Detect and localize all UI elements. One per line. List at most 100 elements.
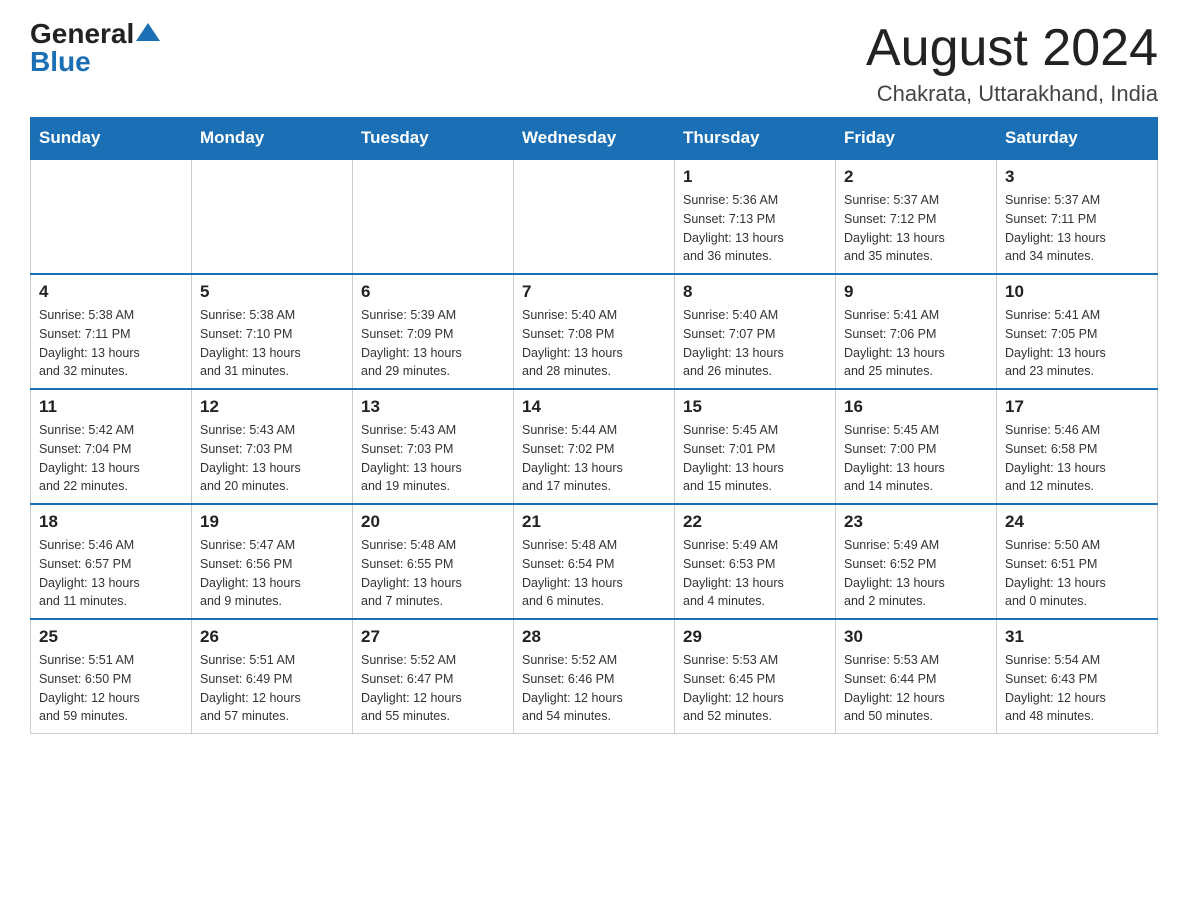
day-info: Sunrise: 5:53 AMSunset: 6:44 PMDaylight:… xyxy=(844,651,988,726)
calendar-cell: 17 Sunrise: 5:46 AMSunset: 6:58 PMDayligh… xyxy=(997,389,1158,504)
calendar-week-1: 1 Sunrise: 5:36 AMSunset: 7:13 PMDaylight… xyxy=(31,159,1158,274)
day-info: Sunrise: 5:51 AMSunset: 6:49 PMDaylight:… xyxy=(200,651,344,726)
calendar-cell xyxy=(353,159,514,274)
calendar-cell xyxy=(31,159,192,274)
logo: General Blue xyxy=(30,20,160,76)
day-number: 25 xyxy=(39,627,183,647)
day-number: 4 xyxy=(39,282,183,302)
page-header: General Blue August 2024 Chakrata, Uttar… xyxy=(30,20,1158,107)
calendar-cell: 28 Sunrise: 5:52 AMSunset: 6:46 PMDayligh… xyxy=(514,619,675,734)
day-info: Sunrise: 5:52 AMSunset: 6:47 PMDaylight:… xyxy=(361,651,505,726)
day-info: Sunrise: 5:42 AMSunset: 7:04 PMDaylight:… xyxy=(39,421,183,496)
calendar-cell: 3 Sunrise: 5:37 AMSunset: 7:11 PMDaylight… xyxy=(997,159,1158,274)
day-number: 27 xyxy=(361,627,505,647)
day-number: 24 xyxy=(1005,512,1149,532)
logo-general-text: General xyxy=(30,18,134,49)
calendar-cell xyxy=(192,159,353,274)
calendar-header-row: SundayMondayTuesdayWednesdayThursdayFrid… xyxy=(31,118,1158,160)
day-info: Sunrise: 5:49 AMSunset: 6:53 PMDaylight:… xyxy=(683,536,827,611)
calendar-cell: 21Sunrise: 5:48 AMSunset: 6:54 PMDayligh… xyxy=(514,504,675,619)
day-info: Sunrise: 5:44 AMSunset: 7:02 PMDaylight:… xyxy=(522,421,666,496)
calendar-cell: 7Sunrise: 5:40 AMSunset: 7:08 PMDaylight… xyxy=(514,274,675,389)
calendar-cell: 22 Sunrise: 5:49 AMSunset: 6:53 PMDayligh… xyxy=(675,504,836,619)
day-number: 12 xyxy=(200,397,344,417)
day-number: 17 xyxy=(1005,397,1149,417)
day-number: 23 xyxy=(844,512,988,532)
calendar-cell: 9 Sunrise: 5:41 AMSunset: 7:06 PMDaylight… xyxy=(836,274,997,389)
day-number: 6 xyxy=(361,282,505,302)
calendar-cell: 29 Sunrise: 5:53 AMSunset: 6:45 PMDayligh… xyxy=(675,619,836,734)
weekday-header-saturday: Saturday xyxy=(997,118,1158,160)
calendar-week-5: 25 Sunrise: 5:51 AMSunset: 6:50 PMDayligh… xyxy=(31,619,1158,734)
day-number: 2 xyxy=(844,167,988,187)
calendar-week-3: 11 Sunrise: 5:42 AMSunset: 7:04 PMDayligh… xyxy=(31,389,1158,504)
calendar-week-2: 4Sunrise: 5:38 AMSunset: 7:11 PMDaylight… xyxy=(31,274,1158,389)
calendar-cell: 4Sunrise: 5:38 AMSunset: 7:11 PMDaylight… xyxy=(31,274,192,389)
title-block: August 2024 Chakrata, Uttarakhand, India xyxy=(866,20,1158,107)
day-number: 22 xyxy=(683,512,827,532)
location-label: Chakrata, Uttarakhand, India xyxy=(866,81,1158,107)
day-number: 16 xyxy=(844,397,988,417)
calendar-cell: 15Sunrise: 5:45 AMSunset: 7:01 PMDayligh… xyxy=(675,389,836,504)
logo-blue-text: Blue xyxy=(30,46,91,77)
day-info: Sunrise: 5:48 AMSunset: 6:55 PMDaylight:… xyxy=(361,536,505,611)
day-number: 26 xyxy=(200,627,344,647)
day-number: 3 xyxy=(1005,167,1149,187)
logo-triangle-icon xyxy=(136,23,160,41)
day-info: Sunrise: 5:41 AMSunset: 7:06 PMDaylight:… xyxy=(844,306,988,381)
calendar-week-4: 18Sunrise: 5:46 AMSunset: 6:57 PMDayligh… xyxy=(31,504,1158,619)
calendar-cell: 5Sunrise: 5:38 AMSunset: 7:10 PMDaylight… xyxy=(192,274,353,389)
day-number: 28 xyxy=(522,627,666,647)
day-number: 13 xyxy=(361,397,505,417)
day-info: Sunrise: 5:37 AMSunset: 7:11 PMDaylight:… xyxy=(1005,191,1149,266)
day-info: Sunrise: 5:37 AMSunset: 7:12 PMDaylight:… xyxy=(844,191,988,266)
day-number: 5 xyxy=(200,282,344,302)
calendar-cell: 23 Sunrise: 5:49 AMSunset: 6:52 PMDayligh… xyxy=(836,504,997,619)
day-info: Sunrise: 5:41 AMSunset: 7:05 PMDaylight:… xyxy=(1005,306,1149,381)
day-info: Sunrise: 5:36 AMSunset: 7:13 PMDaylight:… xyxy=(683,191,827,266)
day-info: Sunrise: 5:51 AMSunset: 6:50 PMDaylight:… xyxy=(39,651,183,726)
day-number: 10 xyxy=(1005,282,1149,302)
calendar-cell: 1 Sunrise: 5:36 AMSunset: 7:13 PMDaylight… xyxy=(675,159,836,274)
day-info: Sunrise: 5:46 AMSunset: 6:58 PMDaylight:… xyxy=(1005,421,1149,496)
day-number: 30 xyxy=(844,627,988,647)
calendar-cell: 18Sunrise: 5:46 AMSunset: 6:57 PMDayligh… xyxy=(31,504,192,619)
weekday-header-tuesday: Tuesday xyxy=(353,118,514,160)
day-number: 31 xyxy=(1005,627,1149,647)
calendar-cell: 12 Sunrise: 5:43 AMSunset: 7:03 PMDayligh… xyxy=(192,389,353,504)
calendar-cell: 26 Sunrise: 5:51 AMSunset: 6:49 PMDayligh… xyxy=(192,619,353,734)
calendar-cell: 8Sunrise: 5:40 AMSunset: 7:07 PMDaylight… xyxy=(675,274,836,389)
calendar-cell: 27 Sunrise: 5:52 AMSunset: 6:47 PMDayligh… xyxy=(353,619,514,734)
weekday-header-monday: Monday xyxy=(192,118,353,160)
day-number: 8 xyxy=(683,282,827,302)
calendar-cell: 14Sunrise: 5:44 AMSunset: 7:02 PMDayligh… xyxy=(514,389,675,504)
calendar-cell: 30 Sunrise: 5:53 AMSunset: 6:44 PMDayligh… xyxy=(836,619,997,734)
day-info: Sunrise: 5:49 AMSunset: 6:52 PMDaylight:… xyxy=(844,536,988,611)
calendar-cell: 2 Sunrise: 5:37 AMSunset: 7:12 PMDaylight… xyxy=(836,159,997,274)
calendar-cell: 13 Sunrise: 5:43 AMSunset: 7:03 PMDayligh… xyxy=(353,389,514,504)
weekday-header-sunday: Sunday xyxy=(31,118,192,160)
day-info: Sunrise: 5:40 AMSunset: 7:08 PMDaylight:… xyxy=(522,306,666,381)
day-number: 9 xyxy=(844,282,988,302)
day-info: Sunrise: 5:50 AMSunset: 6:51 PMDaylight:… xyxy=(1005,536,1149,611)
calendar-cell: 19Sunrise: 5:47 AMSunset: 6:56 PMDayligh… xyxy=(192,504,353,619)
month-title: August 2024 xyxy=(866,20,1158,77)
day-number: 19 xyxy=(200,512,344,532)
day-number: 29 xyxy=(683,627,827,647)
day-info: Sunrise: 5:45 AMSunset: 7:00 PMDaylight:… xyxy=(844,421,988,496)
calendar-cell xyxy=(514,159,675,274)
calendar-cell: 10 Sunrise: 5:41 AMSunset: 7:05 PMDayligh… xyxy=(997,274,1158,389)
day-number: 1 xyxy=(683,167,827,187)
day-info: Sunrise: 5:52 AMSunset: 6:46 PMDaylight:… xyxy=(522,651,666,726)
weekday-header-thursday: Thursday xyxy=(675,118,836,160)
calendar-table: SundayMondayTuesdayWednesdayThursdayFrid… xyxy=(30,117,1158,734)
day-info: Sunrise: 5:53 AMSunset: 6:45 PMDaylight:… xyxy=(683,651,827,726)
weekday-header-friday: Friday xyxy=(836,118,997,160)
calendar-cell: 11 Sunrise: 5:42 AMSunset: 7:04 PMDayligh… xyxy=(31,389,192,504)
day-number: 21 xyxy=(522,512,666,532)
day-info: Sunrise: 5:43 AMSunset: 7:03 PMDaylight:… xyxy=(361,421,505,496)
day-info: Sunrise: 5:39 AMSunset: 7:09 PMDaylight:… xyxy=(361,306,505,381)
day-info: Sunrise: 5:43 AMSunset: 7:03 PMDaylight:… xyxy=(200,421,344,496)
calendar-cell: 31Sunrise: 5:54 AMSunset: 6:43 PMDayligh… xyxy=(997,619,1158,734)
day-number: 11 xyxy=(39,397,183,417)
